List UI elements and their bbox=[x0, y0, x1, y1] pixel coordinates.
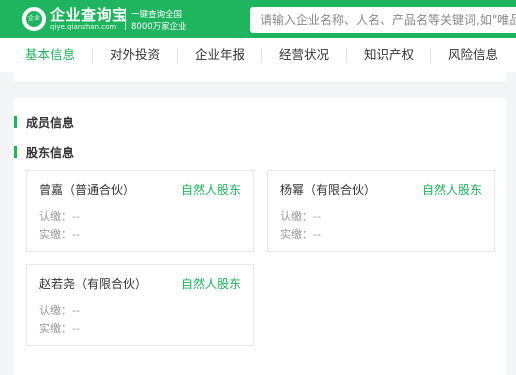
company-info-card: 成员信息 股东信息 曾嘉（普通合伙） 自然人股东 认缴：-- 实缴：-- 杨幂（… bbox=[14, 98, 506, 375]
shareholders-section-title: 股东信息 bbox=[26, 146, 75, 160]
logo-name[interactable]: 企业查询宝 bbox=[50, 4, 128, 25]
tab-divider bbox=[92, 48, 93, 63]
tab-divider bbox=[346, 48, 347, 63]
shareholder-type-badge: 自然人股东 bbox=[180, 277, 241, 291]
tab-risk-info[interactable]: 风险信息 bbox=[448, 38, 498, 72]
tab-divider bbox=[261, 48, 262, 63]
shareholder-card: 曾嘉（普通合伙） 自然人股东 认缴：-- 实缴：-- bbox=[26, 170, 254, 252]
tab-ip[interactable]: 知识产权 bbox=[364, 38, 414, 72]
shareholder-name[interactable]: 曾嘉（普通合伙） bbox=[39, 181, 135, 198]
shareholder-subscribed: 认缴：-- bbox=[39, 210, 80, 223]
logo-badge-text: 企业 bbox=[26, 11, 42, 27]
search-input[interactable]: 请输入企业名称、人名、产品名等关键词,如"唯品 bbox=[250, 7, 516, 33]
shareholder-subscribed: 认缴：-- bbox=[39, 304, 80, 317]
nav-tabs: 基本信息 对外投资 企业年报 经营状况 知识产权 风险信息 bbox=[0, 38, 516, 72]
logo-divider bbox=[125, 8, 126, 30]
logo-domain: qiye.qianzhan.com bbox=[50, 23, 117, 31]
top-header: 企业 企业查询宝 qiye.qianzhan.com 一键查询全国 8000万家… bbox=[0, 0, 516, 38]
shareholder-subscribed: 认缴：-- bbox=[280, 210, 321, 223]
shareholder-name[interactable]: 杨幂（有限合伙） bbox=[280, 181, 376, 198]
shareholder-paid: 实缴：-- bbox=[39, 228, 80, 241]
section-marker bbox=[14, 146, 17, 158]
shareholder-type-badge: 自然人股东 bbox=[421, 183, 482, 197]
shareholder-paid: 实缴：-- bbox=[39, 322, 80, 335]
shareholder-type-badge: 自然人股东 bbox=[180, 183, 241, 197]
shareholder-card: 杨幂（有限合伙） 自然人股东 认缴：-- 实缴：-- bbox=[267, 170, 495, 252]
slogan-line-1: 一键查询全国 bbox=[131, 10, 183, 20]
shareholder-paid: 实缴：-- bbox=[280, 228, 321, 241]
tab-divider bbox=[430, 48, 431, 63]
logo-icon[interactable]: 企业 bbox=[22, 7, 46, 31]
tab-basic-info[interactable]: 基本信息 bbox=[25, 38, 75, 72]
tab-divider bbox=[177, 48, 178, 63]
tab-annual-report[interactable]: 企业年报 bbox=[195, 38, 245, 72]
slogan-line-2: 8000万家企业 bbox=[131, 22, 187, 32]
shareholder-name[interactable]: 赵若尧（有限合伙） bbox=[39, 275, 147, 292]
tab-investments[interactable]: 对外投资 bbox=[110, 38, 160, 72]
shareholder-card: 赵若尧（有限合伙） 自然人股东 认缴：-- 实缴：-- bbox=[26, 264, 254, 346]
tab-operations[interactable]: 经营状况 bbox=[279, 38, 329, 72]
members-section-title: 成员信息 bbox=[26, 116, 75, 130]
section-marker bbox=[14, 116, 17, 128]
previous-section-card bbox=[14, 72, 506, 83]
